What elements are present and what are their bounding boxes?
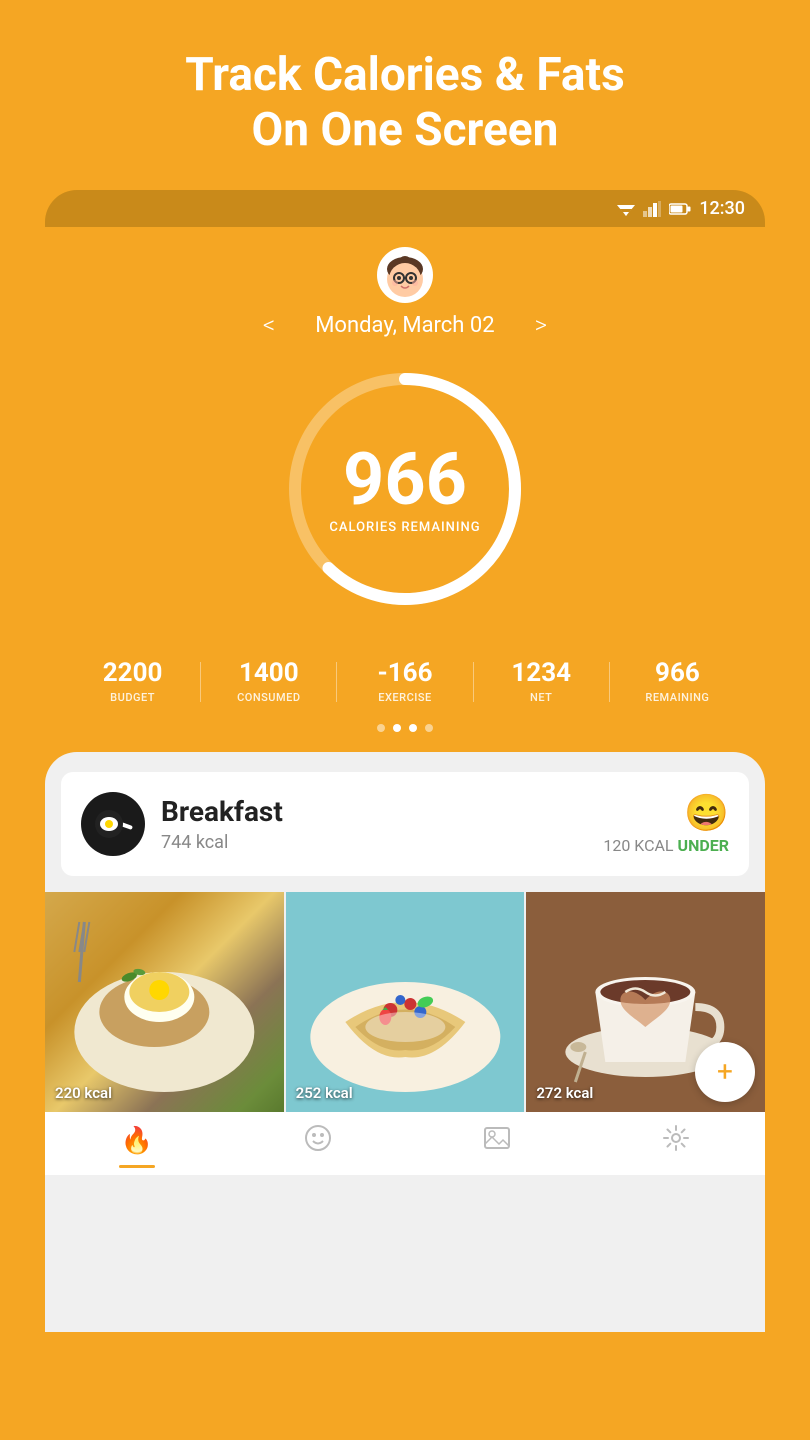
nav-item-calories[interactable]: 🔥 [120,1126,152,1156]
food-item-2[interactable]: 252 kcal [286,892,525,1112]
breakfast-kcal: 744 kcal [161,832,587,853]
white-section: Breakfast 744 kcal 😄 120 KCAL UNDER [45,752,765,1332]
signal-icon [643,201,661,217]
exercise-number: -166 [337,659,472,688]
avatar-icon [381,251,429,299]
food-kcal-2: 252 kcal [296,1084,353,1102]
nav-item-settings[interactable] [662,1124,690,1159]
status-bar: 12:30 [45,190,765,227]
add-button-label: + [717,1055,733,1088]
status-time: 12:30 [699,198,745,219]
stat-remaining: 966 REMAINING [610,659,745,704]
settings-icon [662,1124,690,1159]
stat-budget: 2200 BUDGET [65,659,200,704]
current-date-label: Monday, March 02 [315,313,494,338]
stat-exercise: -166 EXERCISE [337,659,472,704]
promo-title-line1: Track Calories & Fats [185,48,624,102]
stats-row: 2200 BUDGET 1400 CONSUMED -166 EXERCISE … [45,643,765,724]
avatar-container [45,247,765,303]
budget-label: BUDGET [65,691,200,704]
budget-number: 2200 [65,659,200,688]
breakfast-emoji: 😄 [603,792,729,834]
food-kcal-1: 220 kcal [55,1084,112,1102]
promo-header: Track Calories & Fats On One Screen [0,0,810,190]
under-label: UNDER [678,836,729,855]
dot-4[interactable] [425,724,433,732]
net-label: NET [474,691,609,704]
net-number: 1234 [474,659,609,688]
calories-remaining-number: 966 [329,444,480,516]
nav-active-indicator [119,1165,155,1168]
remaining-number: 966 [610,659,745,688]
promo-title: Track Calories & Fats On One Screen [20,48,790,158]
stat-consumed: 1400 CONSUMED [201,659,336,704]
breakfast-icon [81,792,145,856]
nav-item-mood[interactable] [304,1124,332,1159]
exercise-label: EXERCISE [337,691,472,704]
food-kcal-3: 272 kcal [536,1084,593,1102]
dot-2[interactable] [393,724,401,732]
frying-pan-icon [91,802,135,846]
bottom-navigation: 🔥 [45,1112,765,1175]
calorie-ring-text: 966 CALORIES REMAINING [329,444,480,535]
breakfast-name: Breakfast [161,795,587,828]
page-dots [45,724,765,752]
promo-title-line2: On One Screen [252,103,559,157]
wifi-icon [617,202,635,216]
app-orange-area: < Monday, March 02 > 966 CALORIES REMAIN… [45,227,765,1332]
add-food-button[interactable]: + [695,1042,755,1102]
calories-remaining-label: CALORIES REMAINING [329,520,480,535]
food-item-1[interactable]: 220 kcal [45,892,284,1112]
breakfast-info: Breakfast 744 kcal [161,795,587,853]
status-icons: 12:30 [617,198,745,219]
smiley-icon [304,1124,332,1152]
consumed-label: CONSUMED [201,691,336,704]
food-photos-grid: 220 kcal [45,892,765,1112]
battery-icon [669,203,691,215]
photo-icon [483,1124,511,1152]
remaining-label: REMAINING [610,691,745,704]
stat-net: 1234 NET [474,659,609,704]
breakfast-under: 120 KCAL UNDER [603,836,729,855]
flame-icon: 🔥 [120,1126,152,1156]
gear-icon [662,1124,690,1152]
prev-date-button[interactable]: < [263,311,275,339]
dot-3[interactable] [409,724,417,732]
food-image-1 [45,892,284,1112]
dot-1[interactable] [377,724,385,732]
gallery-icon [483,1124,511,1159]
avatar[interactable] [377,247,433,303]
calorie-ring-container: 966 CALORIES REMAINING [45,359,765,619]
food-image-2 [286,892,525,1112]
breakfast-status: 😄 120 KCAL UNDER [603,792,729,855]
consumed-number: 1400 [201,659,336,688]
food-item-3[interactable]: 272 kcal + [526,892,765,1112]
nav-item-gallery[interactable] [483,1124,511,1159]
phone-mockup: 12:30 [45,190,765,1332]
mood-icon [304,1124,332,1159]
next-date-button[interactable]: > [535,311,547,339]
breakfast-card[interactable]: Breakfast 744 kcal 😄 120 KCAL UNDER [61,772,749,876]
date-navigation: < Monday, March 02 > [45,311,765,339]
